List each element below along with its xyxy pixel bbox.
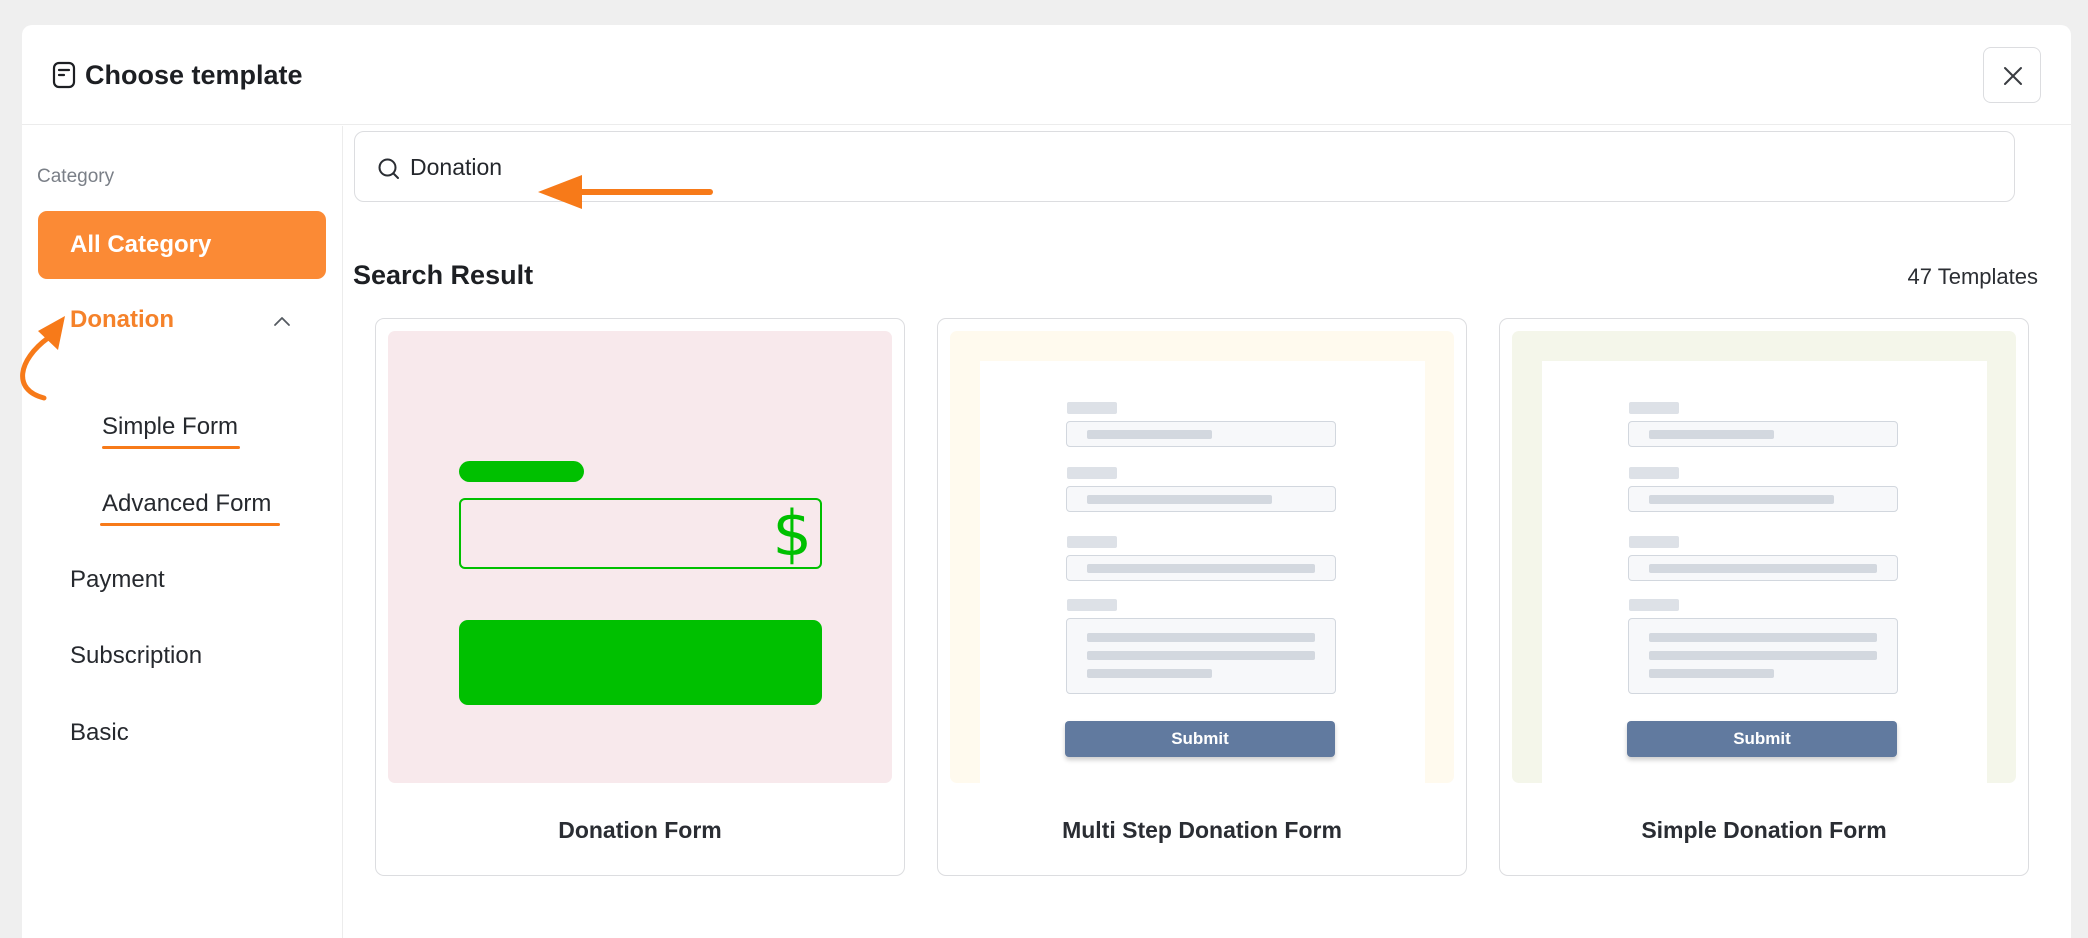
preview-button — [459, 620, 822, 705]
annotation-underline — [102, 446, 240, 449]
search-icon — [378, 158, 399, 179]
chevron-up-icon[interactable] — [273, 315, 291, 327]
template-preview: $ — [388, 331, 892, 783]
close-button[interactable] — [1983, 47, 2041, 103]
template-preview: Submit — [950, 331, 1454, 783]
category-sidebar: Category All Category Donation Simple Fo… — [22, 126, 343, 938]
category-payment[interactable]: Payment — [70, 566, 165, 594]
dialog-header: Choose template — [22, 25, 2071, 125]
results-heading: Search Result — [353, 260, 534, 290]
category-all[interactable]: All Category — [38, 211, 326, 279]
template-title: Simple Donation Form — [1641, 817, 1887, 843]
annotation-underline — [100, 523, 280, 526]
preview-form: Submit — [1542, 361, 1987, 783]
category-donation[interactable]: Donation — [70, 306, 174, 334]
category-subscription[interactable]: Subscription — [70, 642, 202, 670]
template-card[interactable]: Submit Simple Donation Form — [1499, 318, 2029, 876]
template-title: Donation Form — [558, 817, 722, 843]
dialog-title: Choose template — [85, 60, 303, 90]
category-heading: Category — [37, 166, 115, 187]
close-icon — [2004, 67, 2022, 85]
category-basic[interactable]: Basic — [70, 719, 129, 747]
subcategory-simple-form[interactable]: Simple Form — [102, 413, 238, 441]
preview-submit-button: Submit — [1627, 721, 1897, 757]
template-card[interactable]: Submit Multi Step Donation Form — [937, 318, 1467, 876]
search-input[interactable]: Donation — [354, 131, 2015, 202]
search-value[interactable]: Donation — [410, 152, 502, 182]
dollar-icon: $ — [772, 497, 812, 570]
template-card[interactable]: $ Donation Form — [375, 318, 905, 876]
preview-form: Submit — [980, 361, 1425, 783]
preview-submit-button: Submit — [1065, 721, 1335, 757]
preview-label-bar — [459, 461, 584, 482]
preview-amount-field: $ — [459, 497, 822, 570]
template-icon — [52, 61, 76, 89]
results-count: 47 Templates — [1907, 264, 2038, 289]
template-title: Multi Step Donation Form — [1062, 817, 1342, 843]
template-preview: Submit — [1512, 331, 2016, 783]
subcategory-advanced-form[interactable]: Advanced Form — [102, 490, 271, 518]
